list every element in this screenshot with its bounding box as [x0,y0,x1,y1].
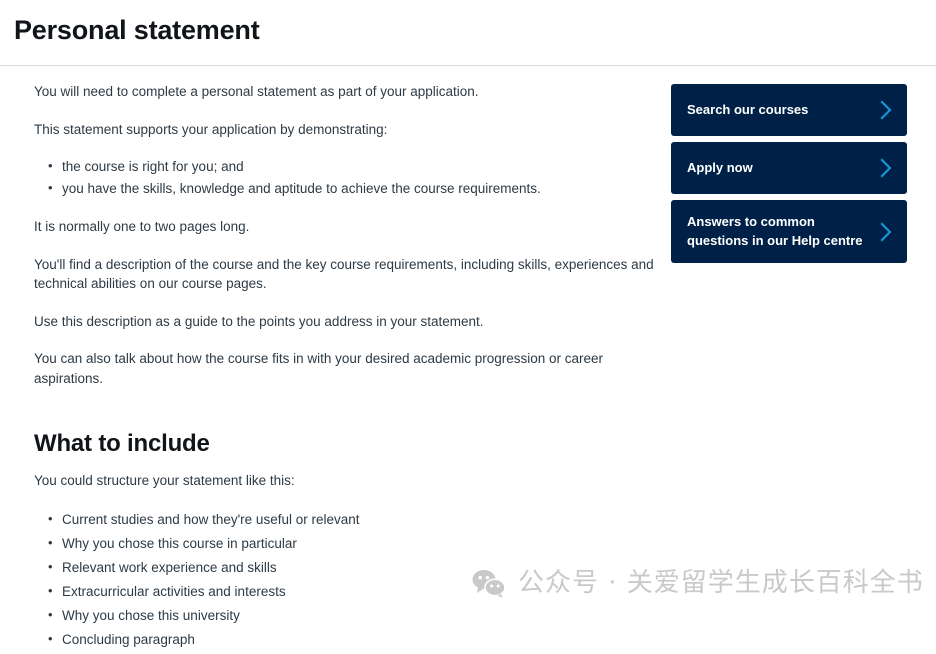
list-item: the course is right for you; and [48,156,660,178]
guide-paragraph: Use this description as a guide to the p… [34,313,484,329]
page-title: Personal statement [14,15,260,45]
sidebar: Search our courses Apply now Answers to … [660,82,936,263]
length-paragraph: It is normally one to two pages long. [34,219,250,235]
list-item: Extracurricular activities and interests [48,581,660,603]
chevron-right-icon [879,99,893,121]
page-header: Personal statement [0,0,936,66]
supports-bullet-list: the course is right for you; and you hav… [34,156,660,200]
list-item: Why you chose this university [48,605,660,627]
page-body: You will need to complete a personal sta… [0,66,936,654]
cta-label: Search our courses [687,101,809,117]
aspirations-paragraph: You can also talk about how the course f… [34,351,604,386]
section-heading-what-to-include: What to include [34,429,210,457]
section-intro-text: You could structure your statement like … [34,472,295,488]
description-paragraph: You'll find a description of the course … [34,256,654,292]
apply-now-button[interactable]: Apply now [671,142,907,194]
cta-label: Apply now [687,159,753,175]
search-our-courses-button[interactable]: Search our courses [671,84,907,136]
cta-label: Answers to common questions in our Help … [687,214,863,248]
prose-block: You will need to complete a personal sta… [34,82,660,389]
list-item: Concluding paragraph [48,629,660,651]
cta-button-stack: Search our courses Apply now Answers to … [671,84,936,263]
list-item: Relevant work experience and skills [48,557,660,579]
main-content: You will need to complete a personal sta… [0,82,660,654]
list-item: Current studies and how they're useful o… [48,509,660,531]
chevron-right-icon [879,221,893,243]
what-to-include-list: Current studies and how they're useful o… [34,509,660,651]
help-centre-button[interactable]: Answers to common questions in our Help … [671,200,907,263]
supports-paragraph: This statement supports your application… [34,121,388,137]
chevron-right-icon [879,157,893,179]
list-item: Why you chose this course in particular [48,533,660,555]
intro-paragraph: You will need to complete a personal sta… [34,84,479,99]
list-item: you have the skills, knowledge and aptit… [48,178,660,200]
